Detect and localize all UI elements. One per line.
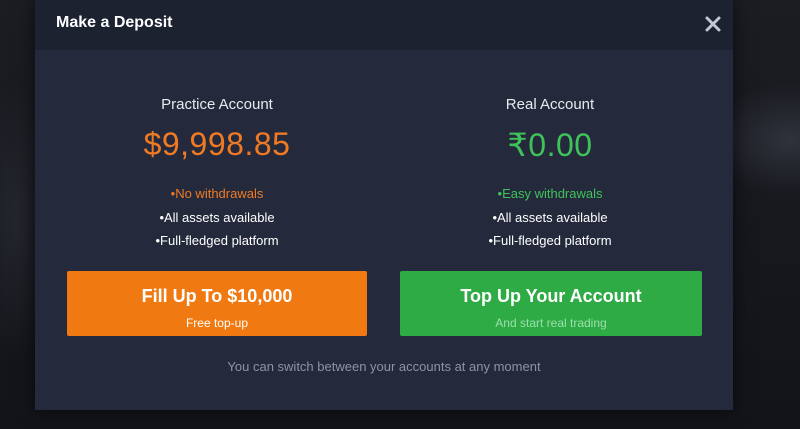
top-up-real-button[interactable]: Top Up Your Account And start real tradi…	[400, 271, 702, 336]
close-icon[interactable]	[703, 14, 723, 34]
practice-account-name: Practice Account	[161, 96, 273, 113]
fill-up-button-sublabel: Free top-up	[185, 316, 249, 330]
feature-item: Full-fledged platform	[400, 232, 700, 256]
fill-up-button-label: Fill Up To $10,000	[141, 286, 293, 306]
deposit-modal: Make a Deposit Practice Account $9,998.8…	[35, 0, 733, 410]
practice-account-balance: $9,998.85	[143, 126, 291, 162]
switch-accounts-note: You can switch between your accounts at …	[227, 359, 541, 374]
practice-feature-list: No withdrawals All assets available Full…	[67, 185, 367, 256]
real-feature-list: Easy withdrawals All assets available Fu…	[400, 185, 700, 256]
feature-item: All assets available	[67, 209, 367, 233]
top-up-button-label: Top Up Your Account	[460, 286, 642, 306]
real-account-balance: ₹0.00	[507, 127, 593, 163]
real-account-name: Real Account	[505, 96, 595, 113]
fill-up-practice-button[interactable]: Fill Up To $10,000 Free top-up	[67, 271, 367, 336]
modal-header: Make a Deposit	[35, 0, 733, 50]
modal-title: Make a Deposit	[56, 14, 173, 31]
feature-item: Full-fledged platform	[67, 232, 367, 256]
feature-item: No withdrawals	[67, 185, 367, 209]
feature-item: Easy withdrawals	[400, 185, 700, 209]
top-up-button-sublabel: And start real trading	[495, 316, 607, 330]
feature-item: All assets available	[400, 209, 700, 233]
